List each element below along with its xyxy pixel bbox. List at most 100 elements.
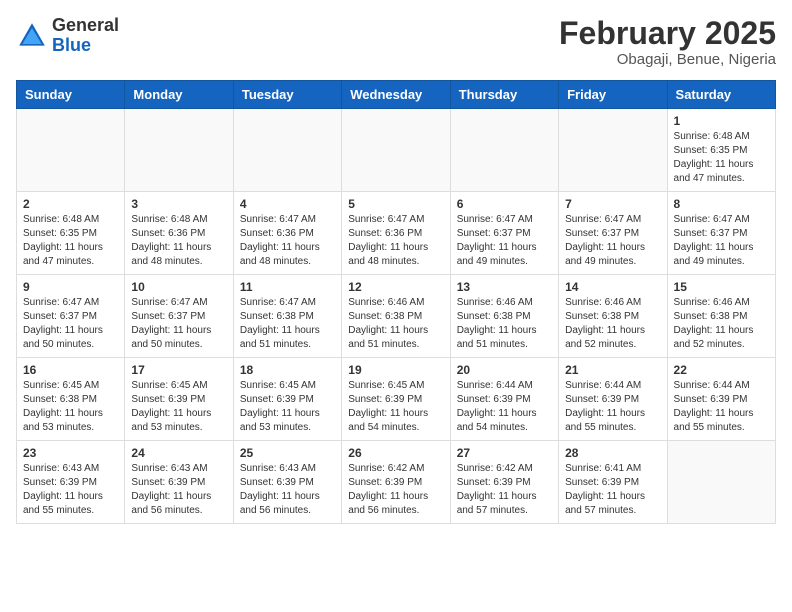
day-info: Sunrise: 6:47 AM Sunset: 6:37 PM Dayligh…: [674, 213, 769, 269]
calendar-cell: 11Sunrise: 6:47 AM Sunset: 6:38 PM Dayli…: [233, 275, 341, 358]
day-info: Sunrise: 6:44 AM Sunset: 6:39 PM Dayligh…: [457, 379, 552, 435]
day-number: 14: [565, 280, 660, 294]
calendar-cell: [450, 109, 558, 192]
calendar-cell: [667, 441, 775, 524]
day-info: Sunrise: 6:46 AM Sunset: 6:38 PM Dayligh…: [348, 296, 443, 352]
calendar-cell: 21 Sunrise: 6:44 AM Sunset: 6:39 PM Dayli…: [559, 358, 667, 441]
day-info: Sunrise: 6:47 AM Sunset: 6:37 PM Dayligh…: [23, 296, 118, 352]
calendar-cell: 7 Sunrise: 6:47 AM Sunset: 6:37 PM Daylig…: [559, 192, 667, 275]
calendar-cell: 22 Sunrise: 6:44 AM Sunset: 6:39 PM Dayli…: [667, 358, 775, 441]
calendar-cell: [17, 109, 125, 192]
location: Obagaji, Benue, Nigeria: [559, 51, 776, 68]
day-info: Sunrise: 6:45 AM Sunset: 6:39 PM Dayligh…: [131, 379, 226, 435]
day-info: Sunrise: 6:44 AM Sunset: 6:39 PM Dayligh…: [565, 379, 660, 435]
calendar-cell: 15 Sunrise: 6:46 AM Sunset: 6:38 PM Dayli…: [667, 275, 775, 358]
day-number: 9: [23, 280, 118, 294]
day-info: Sunrise: 6:48 AM Sunset: 6:36 PM Dayligh…: [131, 213, 226, 269]
calendar-cell: 18Sunrise: 6:45 AM Sunset: 6:39 PM Dayli…: [233, 358, 341, 441]
day-number: 10: [131, 280, 226, 294]
day-number: 27: [457, 446, 552, 460]
day-number: 2: [23, 197, 118, 211]
calendar-cell: [125, 109, 233, 192]
day-info: Sunrise: 6:47 AM Sunset: 6:37 PM Dayligh…: [565, 213, 660, 269]
calendar-cell: 8 Sunrise: 6:47 AM Sunset: 6:37 PM Daylig…: [667, 192, 775, 275]
calendar-cell: 12 Sunrise: 6:46 AM Sunset: 6:38 PM Dayli…: [342, 275, 450, 358]
calendar-week-5: 23 Sunrise: 6:43 AM Sunset: 6:39 PM Dayli…: [17, 441, 776, 524]
day-info: Sunrise: 6:47 AM Sunset: 6:36 PM Dayligh…: [240, 213, 335, 269]
day-number: 5: [348, 197, 443, 211]
day-info: Sunrise: 6:47 AM Sunset: 6:37 PM Dayligh…: [457, 213, 552, 269]
calendar-cell: 14 Sunrise: 6:46 AM Sunset: 6:38 PM Dayli…: [559, 275, 667, 358]
day-of-week-friday: Friday: [559, 81, 667, 109]
day-info: Sunrise: 6:45 AM Sunset: 6:38 PM Dayligh…: [23, 379, 118, 435]
calendar-cell: 3 Sunrise: 6:48 AM Sunset: 6:36 PM Daylig…: [125, 192, 233, 275]
calendar-cell: 24 Sunrise: 6:43 AM Sunset: 6:39 PM Dayli…: [125, 441, 233, 524]
day-number: 16: [23, 363, 118, 377]
day-number: 24: [131, 446, 226, 460]
page-header: General Blue February 2025 Obagaji, Benu…: [16, 16, 776, 68]
calendar-cell: 20 Sunrise: 6:44 AM Sunset: 6:39 PM Dayli…: [450, 358, 558, 441]
day-info: Sunrise: 6:46 AM Sunset: 6:38 PM Dayligh…: [457, 296, 552, 352]
day-info: Sunrise: 6:47 AM Sunset: 6:37 PM Dayligh…: [131, 296, 226, 352]
title-block: February 2025 Obagaji, Benue, Nigeria: [559, 16, 776, 68]
calendar-cell: 1 Sunrise: 6:48 AM Sunset: 6:35 PM Daylig…: [667, 109, 775, 192]
calendar-cell: 17 Sunrise: 6:45 AM Sunset: 6:39 PM Dayli…: [125, 358, 233, 441]
calendar-cell: 16 Sunrise: 6:45 AM Sunset: 6:38 PM Dayli…: [17, 358, 125, 441]
day-of-week-wednesday: Wednesday: [342, 81, 450, 109]
calendar-cell: 19 Sunrise: 6:45 AM Sunset: 6:39 PM Dayli…: [342, 358, 450, 441]
day-of-week-sunday: Sunday: [17, 81, 125, 109]
day-number: 20: [457, 363, 552, 377]
calendar-week-4: 16 Sunrise: 6:45 AM Sunset: 6:38 PM Dayli…: [17, 358, 776, 441]
day-number: 8: [674, 197, 769, 211]
calendar-week-1: 1 Sunrise: 6:48 AM Sunset: 6:35 PM Daylig…: [17, 109, 776, 192]
day-number: 4: [240, 197, 335, 211]
day-of-week-saturday: Saturday: [667, 81, 775, 109]
day-number: 22: [674, 363, 769, 377]
logo-icon: [16, 20, 48, 52]
day-info: Sunrise: 6:48 AM Sunset: 6:35 PM Dayligh…: [674, 130, 769, 186]
calendar-cell: 9 Sunrise: 6:47 AM Sunset: 6:37 PM Daylig…: [17, 275, 125, 358]
calendar-cell: 6 Sunrise: 6:47 AM Sunset: 6:37 PM Daylig…: [450, 192, 558, 275]
day-number: 3: [131, 197, 226, 211]
calendar-cell: 4 Sunrise: 6:47 AM Sunset: 6:36 PM Daylig…: [233, 192, 341, 275]
calendar-cell: 10 Sunrise: 6:47 AM Sunset: 6:37 PM Dayli…: [125, 275, 233, 358]
day-number: 12: [348, 280, 443, 294]
day-of-week-thursday: Thursday: [450, 81, 558, 109]
day-info: Sunrise: 6:46 AM Sunset: 6:38 PM Dayligh…: [565, 296, 660, 352]
calendar-cell: 28Sunrise: 6:41 AM Sunset: 6:39 PM Dayli…: [559, 441, 667, 524]
day-info: Sunrise: 6:48 AM Sunset: 6:35 PM Dayligh…: [23, 213, 118, 269]
calendar-cell: 23 Sunrise: 6:43 AM Sunset: 6:39 PM Dayli…: [17, 441, 125, 524]
day-number: 23: [23, 446, 118, 460]
day-number: 1: [674, 114, 769, 128]
day-info: Sunrise: 6:43 AM Sunset: 6:39 PM Dayligh…: [240, 462, 335, 518]
day-number: 13: [457, 280, 552, 294]
day-info: Sunrise: 6:45 AM Sunset: 6:39 PM Dayligh…: [348, 379, 443, 435]
day-info: Sunrise: 6:44 AM Sunset: 6:39 PM Dayligh…: [674, 379, 769, 435]
day-number: 19: [348, 363, 443, 377]
day-info: Sunrise: 6:47 AM Sunset: 6:36 PM Dayligh…: [348, 213, 443, 269]
day-number: 18: [240, 363, 335, 377]
day-number: 28: [565, 446, 660, 460]
day-number: 6: [457, 197, 552, 211]
day-info: Sunrise: 6:47 AM Sunset: 6:38 PM Dayligh…: [240, 296, 335, 352]
day-info: Sunrise: 6:42 AM Sunset: 6:39 PM Dayligh…: [457, 462, 552, 518]
day-info: Sunrise: 6:42 AM Sunset: 6:39 PM Dayligh…: [348, 462, 443, 518]
day-info: Sunrise: 6:46 AM Sunset: 6:38 PM Dayligh…: [674, 296, 769, 352]
day-number: 25: [240, 446, 335, 460]
day-info: Sunrise: 6:43 AM Sunset: 6:39 PM Dayligh…: [23, 462, 118, 518]
day-number: 7: [565, 197, 660, 211]
calendar-cell: 25 Sunrise: 6:43 AM Sunset: 6:39 PM Dayli…: [233, 441, 341, 524]
day-number: 17: [131, 363, 226, 377]
day-of-week-header: SundayMondayTuesdayWednesdayThursdayFrid…: [17, 81, 776, 109]
calendar-cell: 13 Sunrise: 6:46 AM Sunset: 6:38 PM Dayli…: [450, 275, 558, 358]
day-number: 15: [674, 280, 769, 294]
calendar-table: SundayMondayTuesdayWednesdayThursdayFrid…: [16, 80, 776, 524]
day-number: 21: [565, 363, 660, 377]
calendar-cell: 27 Sunrise: 6:42 AM Sunset: 6:39 PM Dayli…: [450, 441, 558, 524]
month-title: February 2025: [559, 16, 776, 51]
calendar-week-3: 9 Sunrise: 6:47 AM Sunset: 6:37 PM Daylig…: [17, 275, 776, 358]
day-of-week-tuesday: Tuesday: [233, 81, 341, 109]
calendar-cell: [559, 109, 667, 192]
calendar-cell: [342, 109, 450, 192]
day-info: Sunrise: 6:43 AM Sunset: 6:39 PM Dayligh…: [131, 462, 226, 518]
